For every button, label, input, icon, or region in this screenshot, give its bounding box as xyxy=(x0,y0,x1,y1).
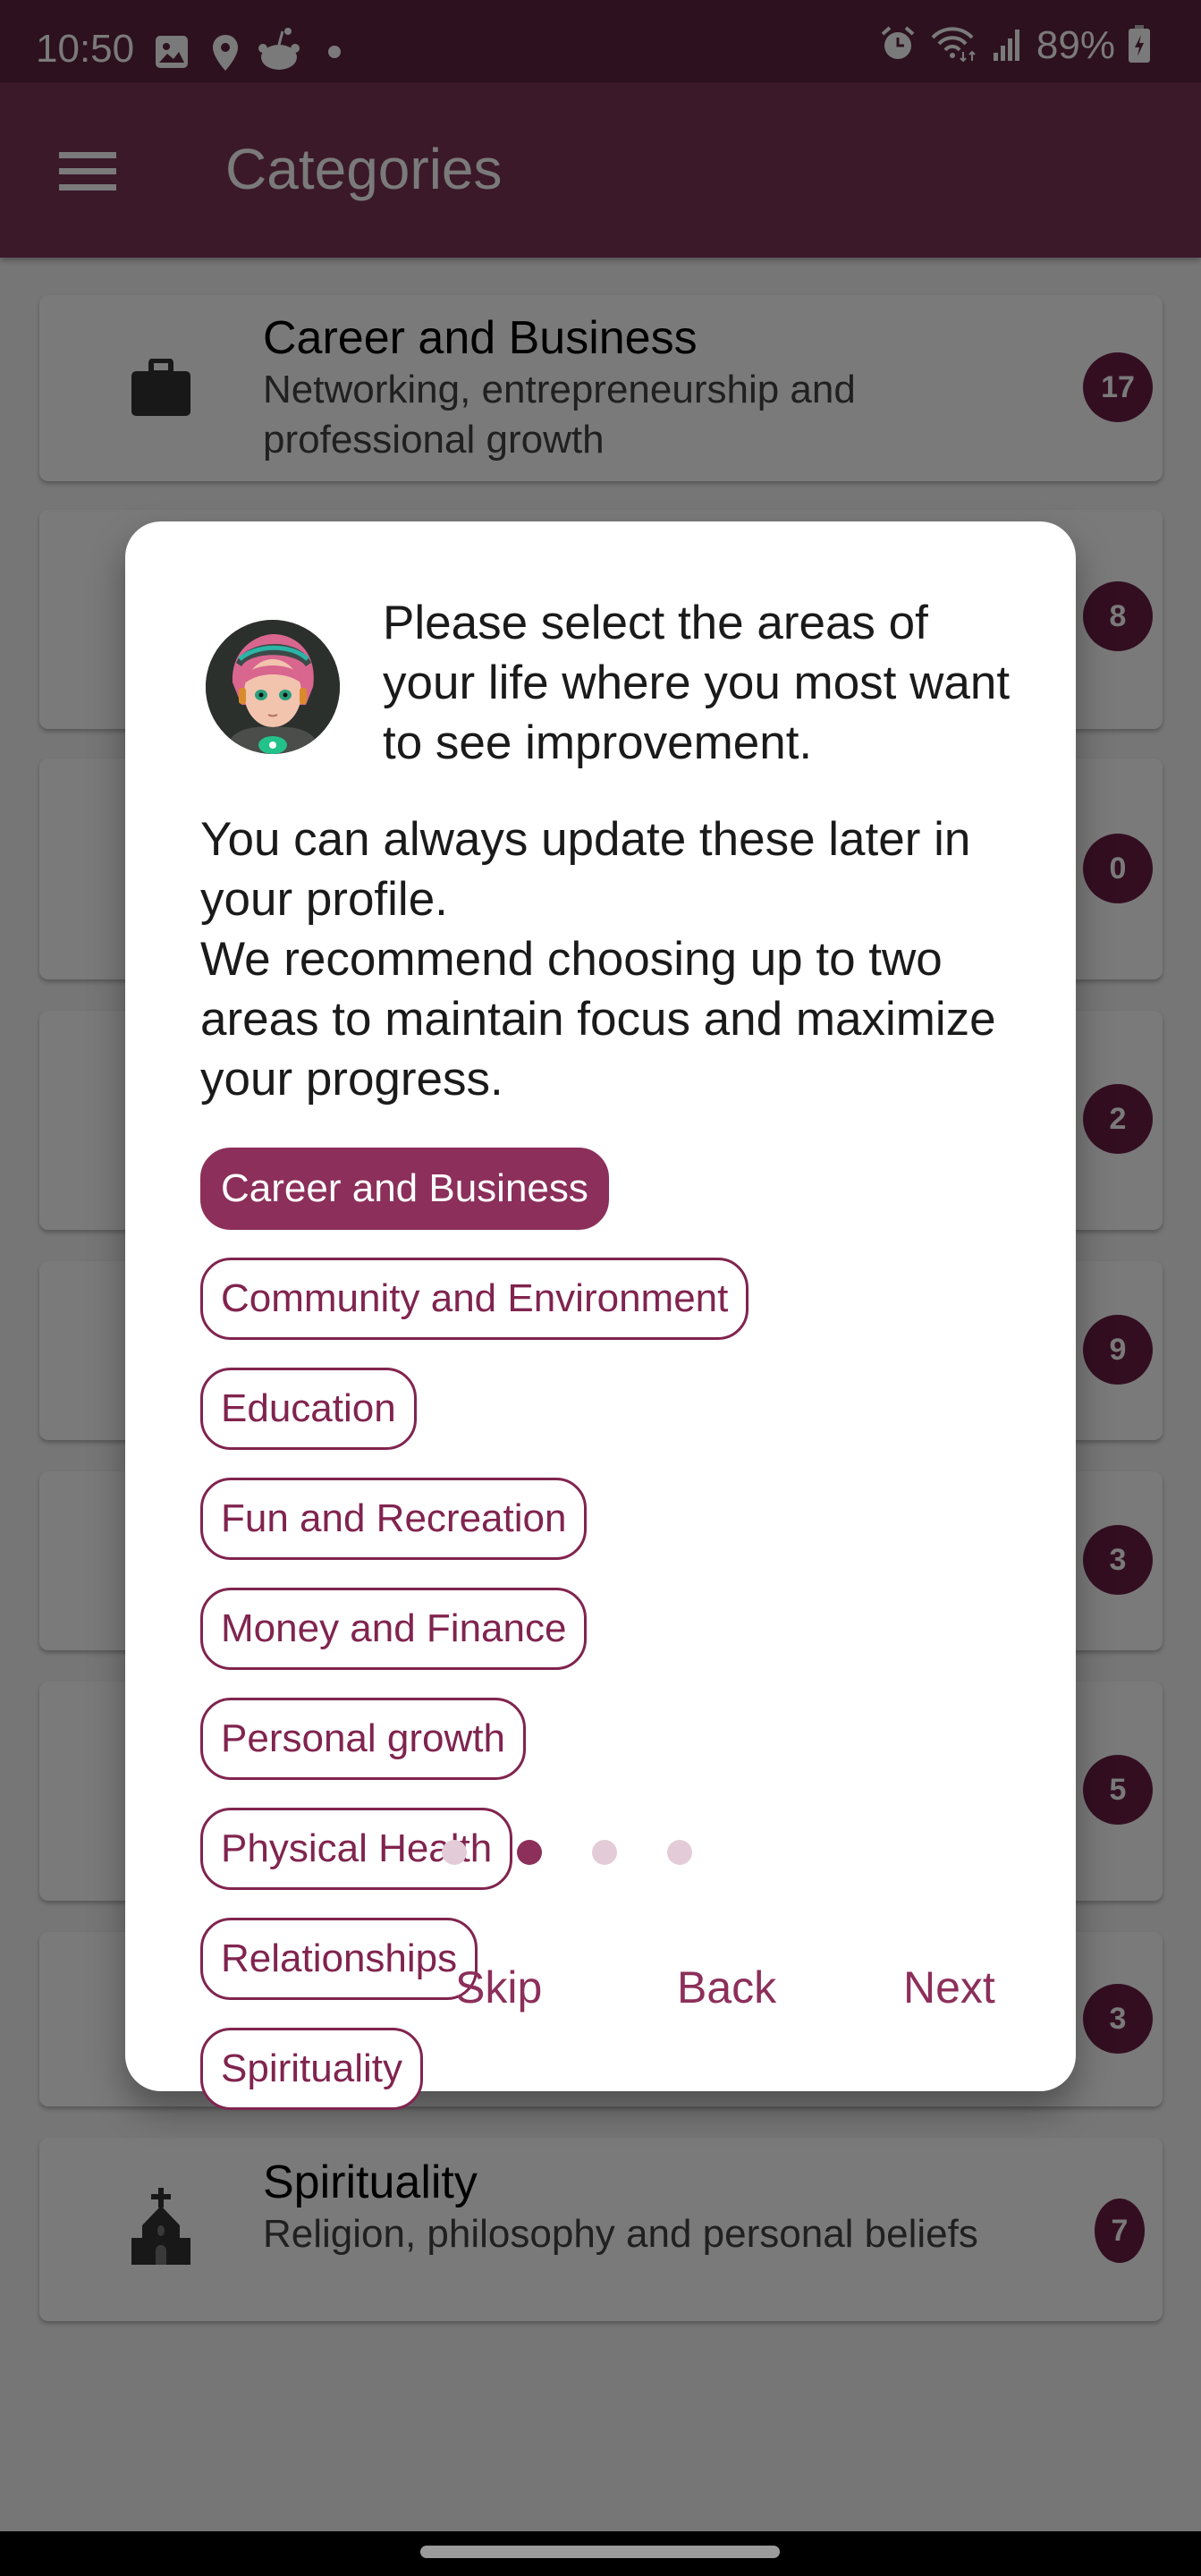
skip-button[interactable]: Skip xyxy=(455,1962,542,2013)
page-dot xyxy=(666,1840,692,1865)
onboarding-dialog: Please select the areas of your life whe… xyxy=(125,521,1076,2110)
chip-community-and-environment[interactable]: Community and Environment xyxy=(200,1258,749,1340)
chip-fun-and-recreation[interactable]: Fun and Recreation xyxy=(200,1478,588,1560)
next-button[interactable]: Next xyxy=(903,1962,995,2013)
chip-relationships[interactable]: Relationships xyxy=(200,1918,478,2000)
category-chip-group: Career and Business Community and Enviro… xyxy=(200,1148,1005,2110)
page-dot xyxy=(591,1840,617,1865)
dialog-body-line: You can always update these later in you… xyxy=(200,813,971,926)
page-dot-active xyxy=(516,1840,542,1865)
chip-money-and-finance[interactable]: Money and Finance xyxy=(200,1588,588,1670)
chip-career-and-business[interactable]: Career and Business xyxy=(200,1148,609,1230)
page-indicator xyxy=(91,1840,1042,1865)
chip-spirituality[interactable]: Spirituality xyxy=(200,2028,423,2110)
page-dot xyxy=(441,1840,467,1865)
dialog-heading: Please select the areas of your life whe… xyxy=(383,597,1011,769)
dialog-body: You can always update these later in you… xyxy=(200,809,1032,1109)
back-button[interactable]: Back xyxy=(677,1962,776,2013)
chip-education[interactable]: Education xyxy=(200,1368,417,1450)
assistant-avatar xyxy=(206,620,340,754)
dialog-body-line: We recommend choosing up to two areas to… xyxy=(200,933,996,1106)
navigation-bar xyxy=(0,2531,1201,2576)
home-gesture-handle[interactable] xyxy=(420,2546,780,2558)
chip-personal-growth[interactable]: Personal growth xyxy=(200,1698,526,1780)
